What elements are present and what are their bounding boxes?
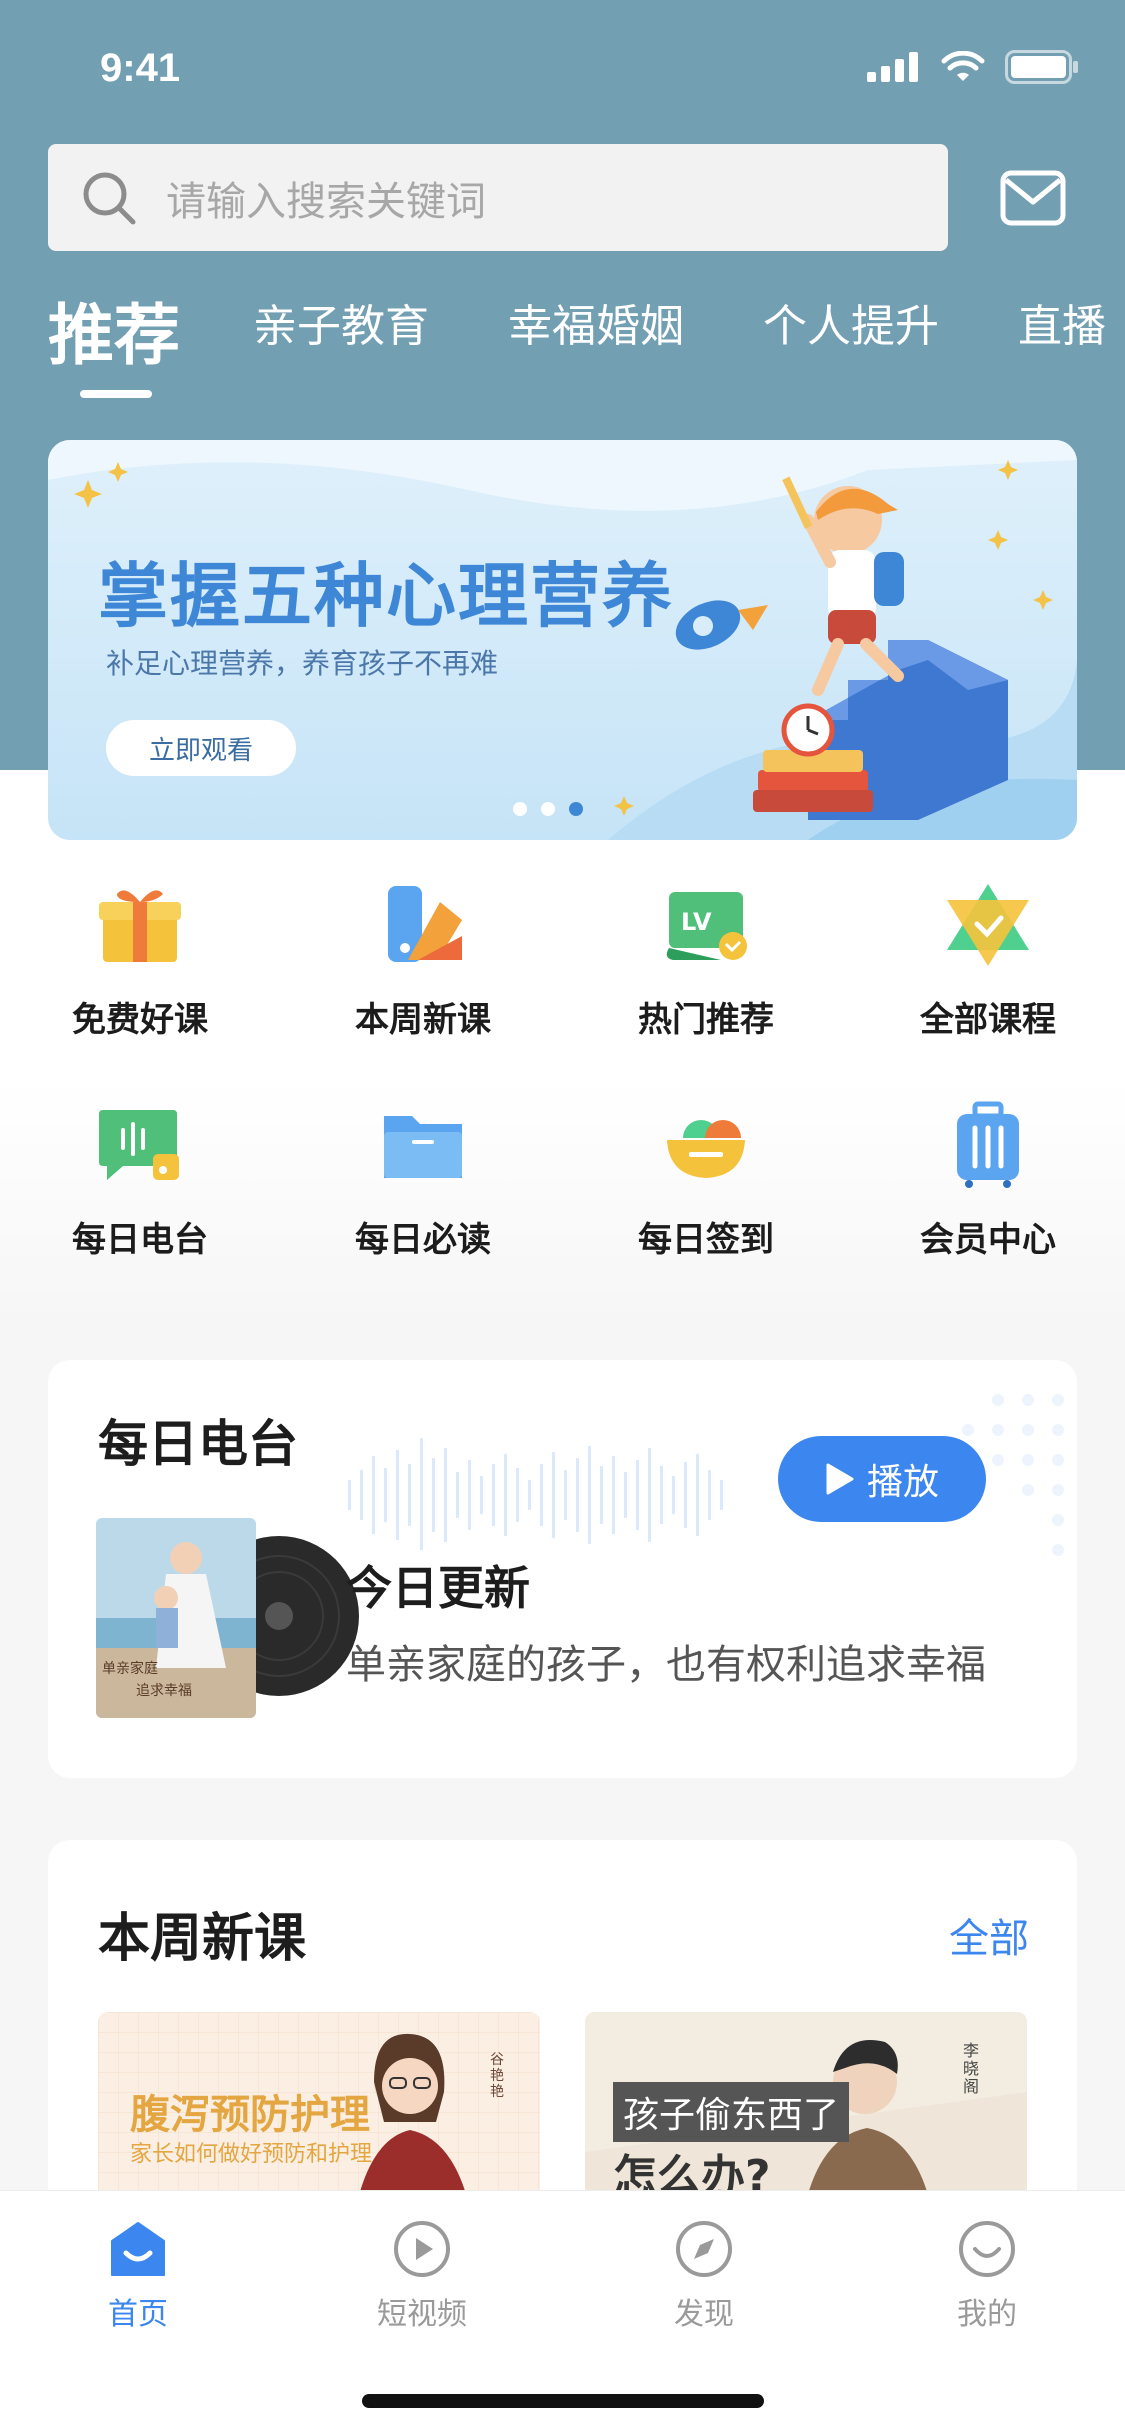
course-subtitle: 家长如何做好预防和护理: [130, 2142, 373, 2167]
tab-recommend[interactable]: 推荐: [48, 282, 180, 378]
grid-label: 会员中心: [920, 1220, 1056, 1260]
play-circle-icon: [394, 2221, 450, 2277]
banner-subtitle: 补足心理营养，养育孩子不再难: [106, 647, 499, 680]
grid-item-member-center[interactable]: 会员中心: [878, 1100, 1098, 1280]
today-update-title: 今日更新: [346, 1561, 530, 1615]
bowl-icon: [667, 1120, 745, 1178]
grid-item-daily-radio[interactable]: 每日电台: [30, 1100, 250, 1280]
status-time: 9:41: [100, 46, 181, 90]
carousel-dot-active[interactable]: [569, 802, 583, 816]
course-lecturer: 谷艳艳: [490, 2052, 504, 2100]
tab-active-indicator: [80, 390, 152, 398]
play-icon: [826, 1463, 854, 1495]
watch-now-button[interactable]: 立即观看: [106, 720, 296, 776]
svg-text:LV: LV: [681, 908, 712, 936]
carousel-dot[interactable]: [513, 802, 527, 816]
folder-icon: [384, 1116, 462, 1178]
grid-item-daily-reading[interactable]: 每日必读: [313, 1100, 533, 1280]
carousel-dots: [513, 802, 583, 816]
tabbar-label: 发现: [674, 2297, 734, 2332]
promo-banner[interactable]: 掌握五种心理营养 补足心理营养，养育孩子不再难 立即观看: [48, 440, 1077, 840]
palette-icon: [388, 886, 462, 962]
grid-label: 本周新课: [355, 1000, 491, 1040]
course-lecturer: 李晓阁: [963, 2041, 980, 2096]
tabbar-label: 我的: [957, 2297, 1017, 2332]
home-icon: [111, 2222, 165, 2276]
grid-item-free-courses[interactable]: 免费好课: [30, 880, 250, 1060]
tabbar-mine[interactable]: 我的: [907, 2219, 1067, 2333]
carousel-dot[interactable]: [541, 802, 555, 816]
course-title: 腹泻预防护理: [130, 2092, 370, 2138]
tabbar-discover[interactable]: 发现: [624, 2219, 784, 2333]
album-cover[interactable]: 单亲家庭 追求幸福: [96, 1518, 256, 1718]
play-button[interactable]: 播放: [778, 1436, 986, 1522]
tab-marriage[interactable]: 幸福婚姻: [508, 290, 684, 354]
grid-label: 每日签到: [638, 1220, 774, 1260]
tab-live[interactable]: 直播: [1018, 290, 1106, 354]
search-icon: [83, 172, 136, 224]
daily-radio-card[interactable]: 每日电台 播放 单亲家庭 追求幸福 今日更新 单亲家庭的孩子，也有权利追求幸福: [48, 1360, 1077, 1778]
battery-icon: [1005, 50, 1078, 84]
app-root: { "status_bar": { "time": "9:41" }, "sea…: [0, 0, 1125, 2436]
play-label: 播放: [866, 1462, 939, 1503]
home-indicator: [362, 2394, 764, 2408]
smile-icon: [959, 2221, 1015, 2277]
category-tabs: 推荐 亲子教育 幸福婚姻 个人提升 直播: [48, 290, 1125, 400]
suitcase-icon: [957, 1101, 1019, 1188]
level-badge-icon: LV: [666, 892, 747, 960]
course-tag: 孩子偷东西了: [613, 2082, 850, 2142]
grid-label: 免费好课: [72, 1000, 208, 1040]
grid-label: 热门推荐: [638, 1000, 774, 1040]
star-check-icon: [947, 884, 1029, 966]
mail-icon[interactable]: [1000, 170, 1066, 226]
album-text-1: 单亲家庭: [102, 1661, 158, 1677]
grid-label: 全部课程: [920, 1000, 1056, 1040]
grid-label: 每日必读: [355, 1220, 491, 1260]
view-all-link[interactable]: 全部: [949, 1906, 1029, 1964]
tab-parenting[interactable]: 亲子教育: [253, 290, 429, 354]
today-update-desc: 单亲家庭的孩子，也有权利追求幸福: [346, 1642, 986, 1688]
gift-icon: [99, 890, 181, 962]
section-title: 本周新课: [98, 1909, 307, 1969]
grid-item-weekly-new[interactable]: 本周新课: [313, 880, 533, 1060]
grid-label: 每日电台: [72, 1220, 208, 1260]
tab-self-improvement[interactable]: 个人提升: [763, 290, 939, 354]
radio-card-title: 每日电台: [98, 1415, 298, 1473]
signal-icon: [867, 52, 918, 82]
search-placeholder: 请输入搜索关键词: [166, 178, 486, 225]
wifi-icon: [941, 51, 985, 81]
grid-item-hot[interactable]: LV 热门推荐: [596, 880, 816, 1060]
tabbar-short-video[interactable]: 短视频: [342, 2219, 502, 2333]
grid-item-all-courses[interactable]: 全部课程: [878, 880, 1098, 1060]
banner-title: 掌握五种心理营养: [98, 555, 674, 637]
radio-chat-icon: [99, 1110, 179, 1180]
tabbar-home[interactable]: 首页: [58, 2219, 218, 2333]
search-input[interactable]: 请输入搜索关键词: [48, 144, 948, 251]
status-icons: [867, 50, 1079, 84]
grid-item-check-in[interactable]: 每日签到: [596, 1100, 816, 1280]
compass-icon: [676, 2221, 732, 2277]
tabbar-label: 短视频: [377, 2297, 467, 2332]
tabbar-label: 首页: [108, 2297, 168, 2332]
album-text-2: 追求幸福: [136, 1683, 192, 1699]
